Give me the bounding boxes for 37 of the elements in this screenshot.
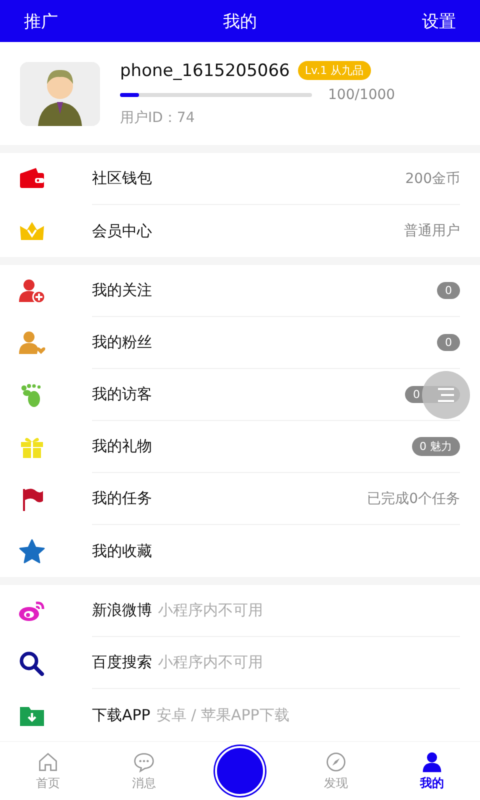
item-value: 普通用户 [404, 222, 460, 240]
level-badge: Lv.1 从九品 [298, 61, 371, 80]
menu-item[interactable]: 社区钱包 [92, 169, 152, 188]
menu-item[interactable]: 我的关注 [92, 281, 152, 300]
item-value: 已完成0个任务 [367, 490, 460, 508]
search-icon [18, 650, 46, 676]
menu-item[interactable]: 我的粉丝 [92, 333, 152, 352]
user-add-icon [18, 278, 46, 304]
item-note: 安卓 / 苹果APP下载 [156, 706, 290, 724]
item-note: 小程序内不可用 [158, 601, 263, 620]
home-icon [37, 750, 59, 772]
promote-link[interactable]: 推广 [24, 10, 58, 32]
menu-item[interactable]: 会员中心 [92, 222, 152, 240]
count-badge: 0 魅力 [412, 437, 460, 456]
menu-item[interactable]: 我的访客 [92, 385, 152, 404]
username: phone_1615205066 [120, 60, 290, 80]
user-heart-icon [18, 330, 46, 356]
menu-item[interactable]: 新浪微博 [92, 601, 152, 620]
compass-icon [325, 750, 347, 772]
menu-item[interactable]: 百度搜索 [92, 653, 152, 672]
count-badge: 0 [437, 334, 460, 351]
nav-tab[interactable]: 我的 [402, 750, 462, 792]
menu-item[interactable]: 我的礼物 [92, 437, 152, 456]
count-badge: 0 [437, 282, 460, 299]
progress-reading: 100/1000 [328, 86, 396, 102]
settings-link[interactable]: 设置 [422, 10, 456, 32]
menu-item[interactable]: 下载APP [92, 706, 150, 724]
item-note: 小程序内不可用 [158, 653, 263, 672]
menu-item[interactable]: 我的收藏 [92, 542, 152, 560]
center-button[interactable] [215, 746, 265, 796]
star-icon [18, 538, 46, 564]
page-title: 我的 [223, 10, 257, 32]
chat-icon [133, 750, 155, 772]
person-icon [421, 750, 443, 772]
menu-item[interactable]: 我的任务 [92, 489, 152, 508]
user-id: 用户ID：74 [120, 108, 196, 126]
item-value: 200金币 [405, 170, 460, 188]
